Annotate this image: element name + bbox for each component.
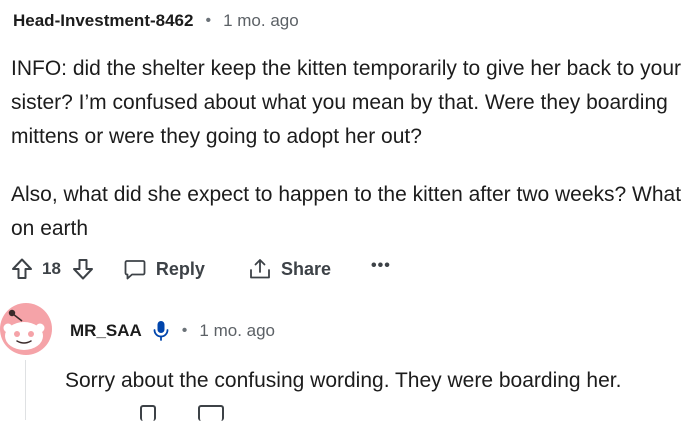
comment-timestamp[interactable]: 1 mo. ago: [223, 11, 299, 31]
meta-separator: •: [181, 322, 188, 339]
vote-count: 18: [42, 259, 61, 278]
share-label: Share: [280, 258, 331, 279]
speech-bubble-icon: [124, 260, 146, 280]
reply-header: MR_SAA • 1 mo. ago: [70, 318, 275, 344]
reply-downvote-partial[interactable]: [140, 405, 156, 421]
reply-username[interactable]: MR_SAA: [70, 321, 142, 341]
avatar[interactable]: [0, 303, 52, 355]
reply-body: Sorry about the confusing wording. They …: [65, 369, 622, 392]
upvote-button[interactable]: [10, 257, 34, 281]
comment-paragraph: Also, what did she expect to happen to t…: [11, 183, 682, 240]
arrow-down-icon: [72, 259, 93, 280]
comment-username[interactable]: Head-Investment-8462: [13, 11, 193, 31]
meta-separator: •: [205, 12, 212, 29]
reply-timestamp[interactable]: 1 mo. ago: [199, 321, 275, 341]
comment-header: Head-Investment-8462 • 1 mo. ago: [13, 8, 299, 34]
reply-reply-partial[interactable]: [198, 405, 224, 421]
share-icon: [250, 259, 270, 279]
reply-label: Reply: [155, 258, 205, 279]
comment-paragraph: INFO: did the shelter keep the kitten te…: [11, 57, 681, 148]
microphone-icon: [152, 320, 170, 342]
more-options-button[interactable]: •••: [371, 257, 391, 275]
thread-line[interactable]: [25, 360, 26, 420]
comment-action-bar: 18 Reply Share •••: [10, 253, 391, 285]
arrow-up-icon: [12, 258, 32, 279]
share-button[interactable]: Share: [248, 257, 331, 281]
downvote-button[interactable]: [71, 257, 95, 281]
reddit-snoo-icon: [3, 309, 45, 350]
reply-button[interactable]: Reply: [123, 257, 205, 281]
comment-body: INFO: did the shelter keep the kitten te…: [11, 52, 697, 270]
